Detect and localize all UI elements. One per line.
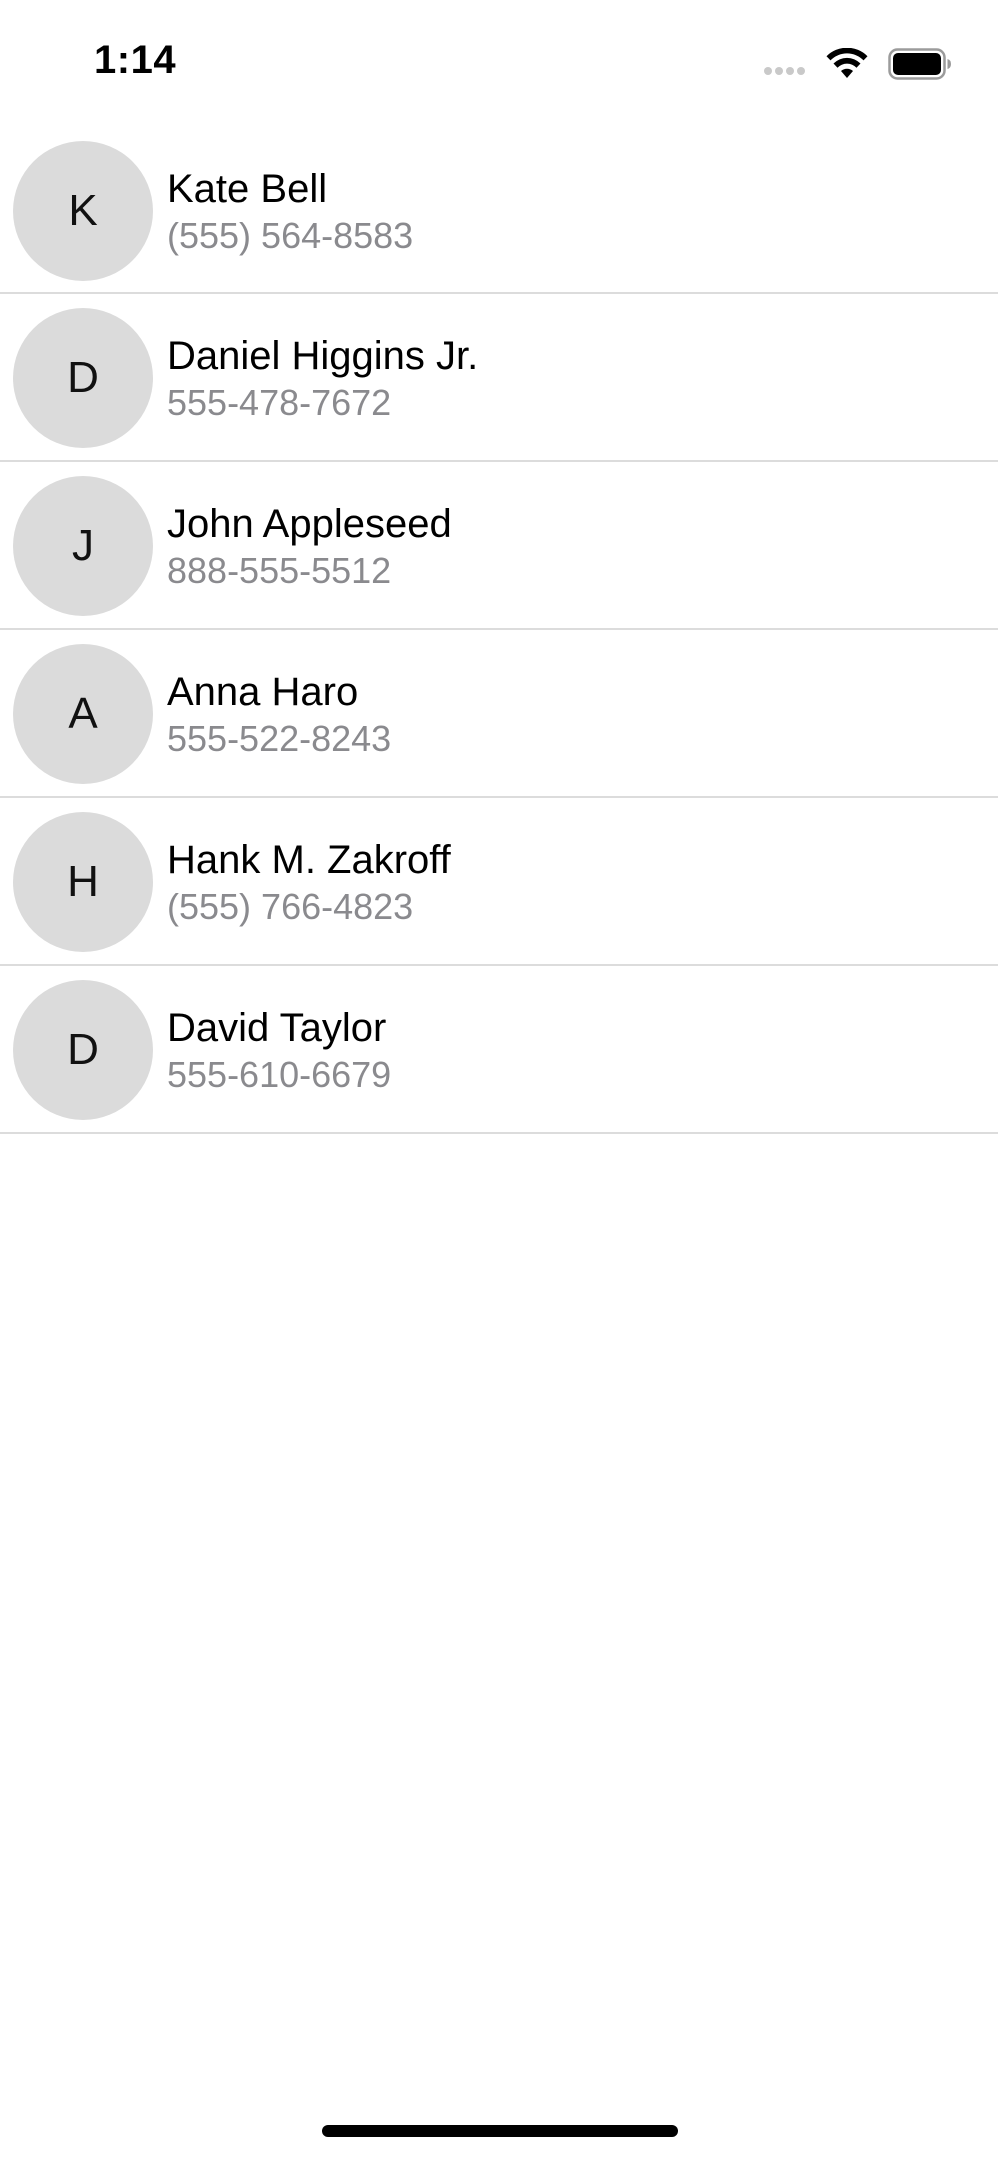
avatar: A (13, 644, 153, 784)
home-indicator[interactable] (322, 2125, 678, 2137)
contact-phone: 555-610-6679 (167, 1054, 392, 1095)
contact-row[interactable]: D Daniel Higgins Jr. 555-478-7672 (0, 294, 998, 462)
contact-name: Anna Haro (167, 670, 359, 714)
contact-row[interactable]: J John Appleseed 888-555-5512 (0, 462, 998, 630)
avatar: J (13, 476, 153, 616)
contact-name: John Appleseed (167, 502, 452, 546)
contact-phone: 555-478-7672 (167, 382, 392, 423)
contact-name: Hank M. Zakroff (167, 838, 451, 882)
avatar: K (13, 141, 153, 281)
status-time: 1:14 (94, 38, 177, 82)
contact-row[interactable]: A Anna Haro 555-522-8243 (0, 630, 998, 798)
wifi-icon (826, 48, 868, 78)
contact-row[interactable]: H Hank M. Zakroff (555) 766-4823 (0, 798, 998, 966)
contact-phone: (555) 766-4823 (167, 886, 414, 927)
avatar: D (13, 980, 153, 1120)
status-bar: 1:14 (0, 0, 998, 120)
cellular-signal-icon (764, 67, 808, 75)
contact-phone: 555-522-8243 (167, 718, 392, 759)
avatar: H (13, 812, 153, 952)
contact-phone: (555) 564-8583 (167, 215, 414, 256)
contact-name: Daniel Higgins Jr. (167, 334, 479, 378)
avatar: D (13, 308, 153, 448)
contact-row[interactable]: K Kate Bell (555) 564-8583 (0, 127, 998, 294)
status-icons (764, 44, 952, 84)
contact-name: David Taylor (167, 1006, 387, 1050)
contact-row[interactable]: D David Taylor 555-610-6679 (0, 966, 998, 1134)
battery-icon (888, 48, 951, 80)
contact-list: K Kate Bell (555) 564-8583 D Daniel Higg… (0, 127, 998, 1134)
contact-name: Kate Bell (167, 167, 328, 211)
contact-phone: 888-555-5512 (167, 550, 392, 591)
